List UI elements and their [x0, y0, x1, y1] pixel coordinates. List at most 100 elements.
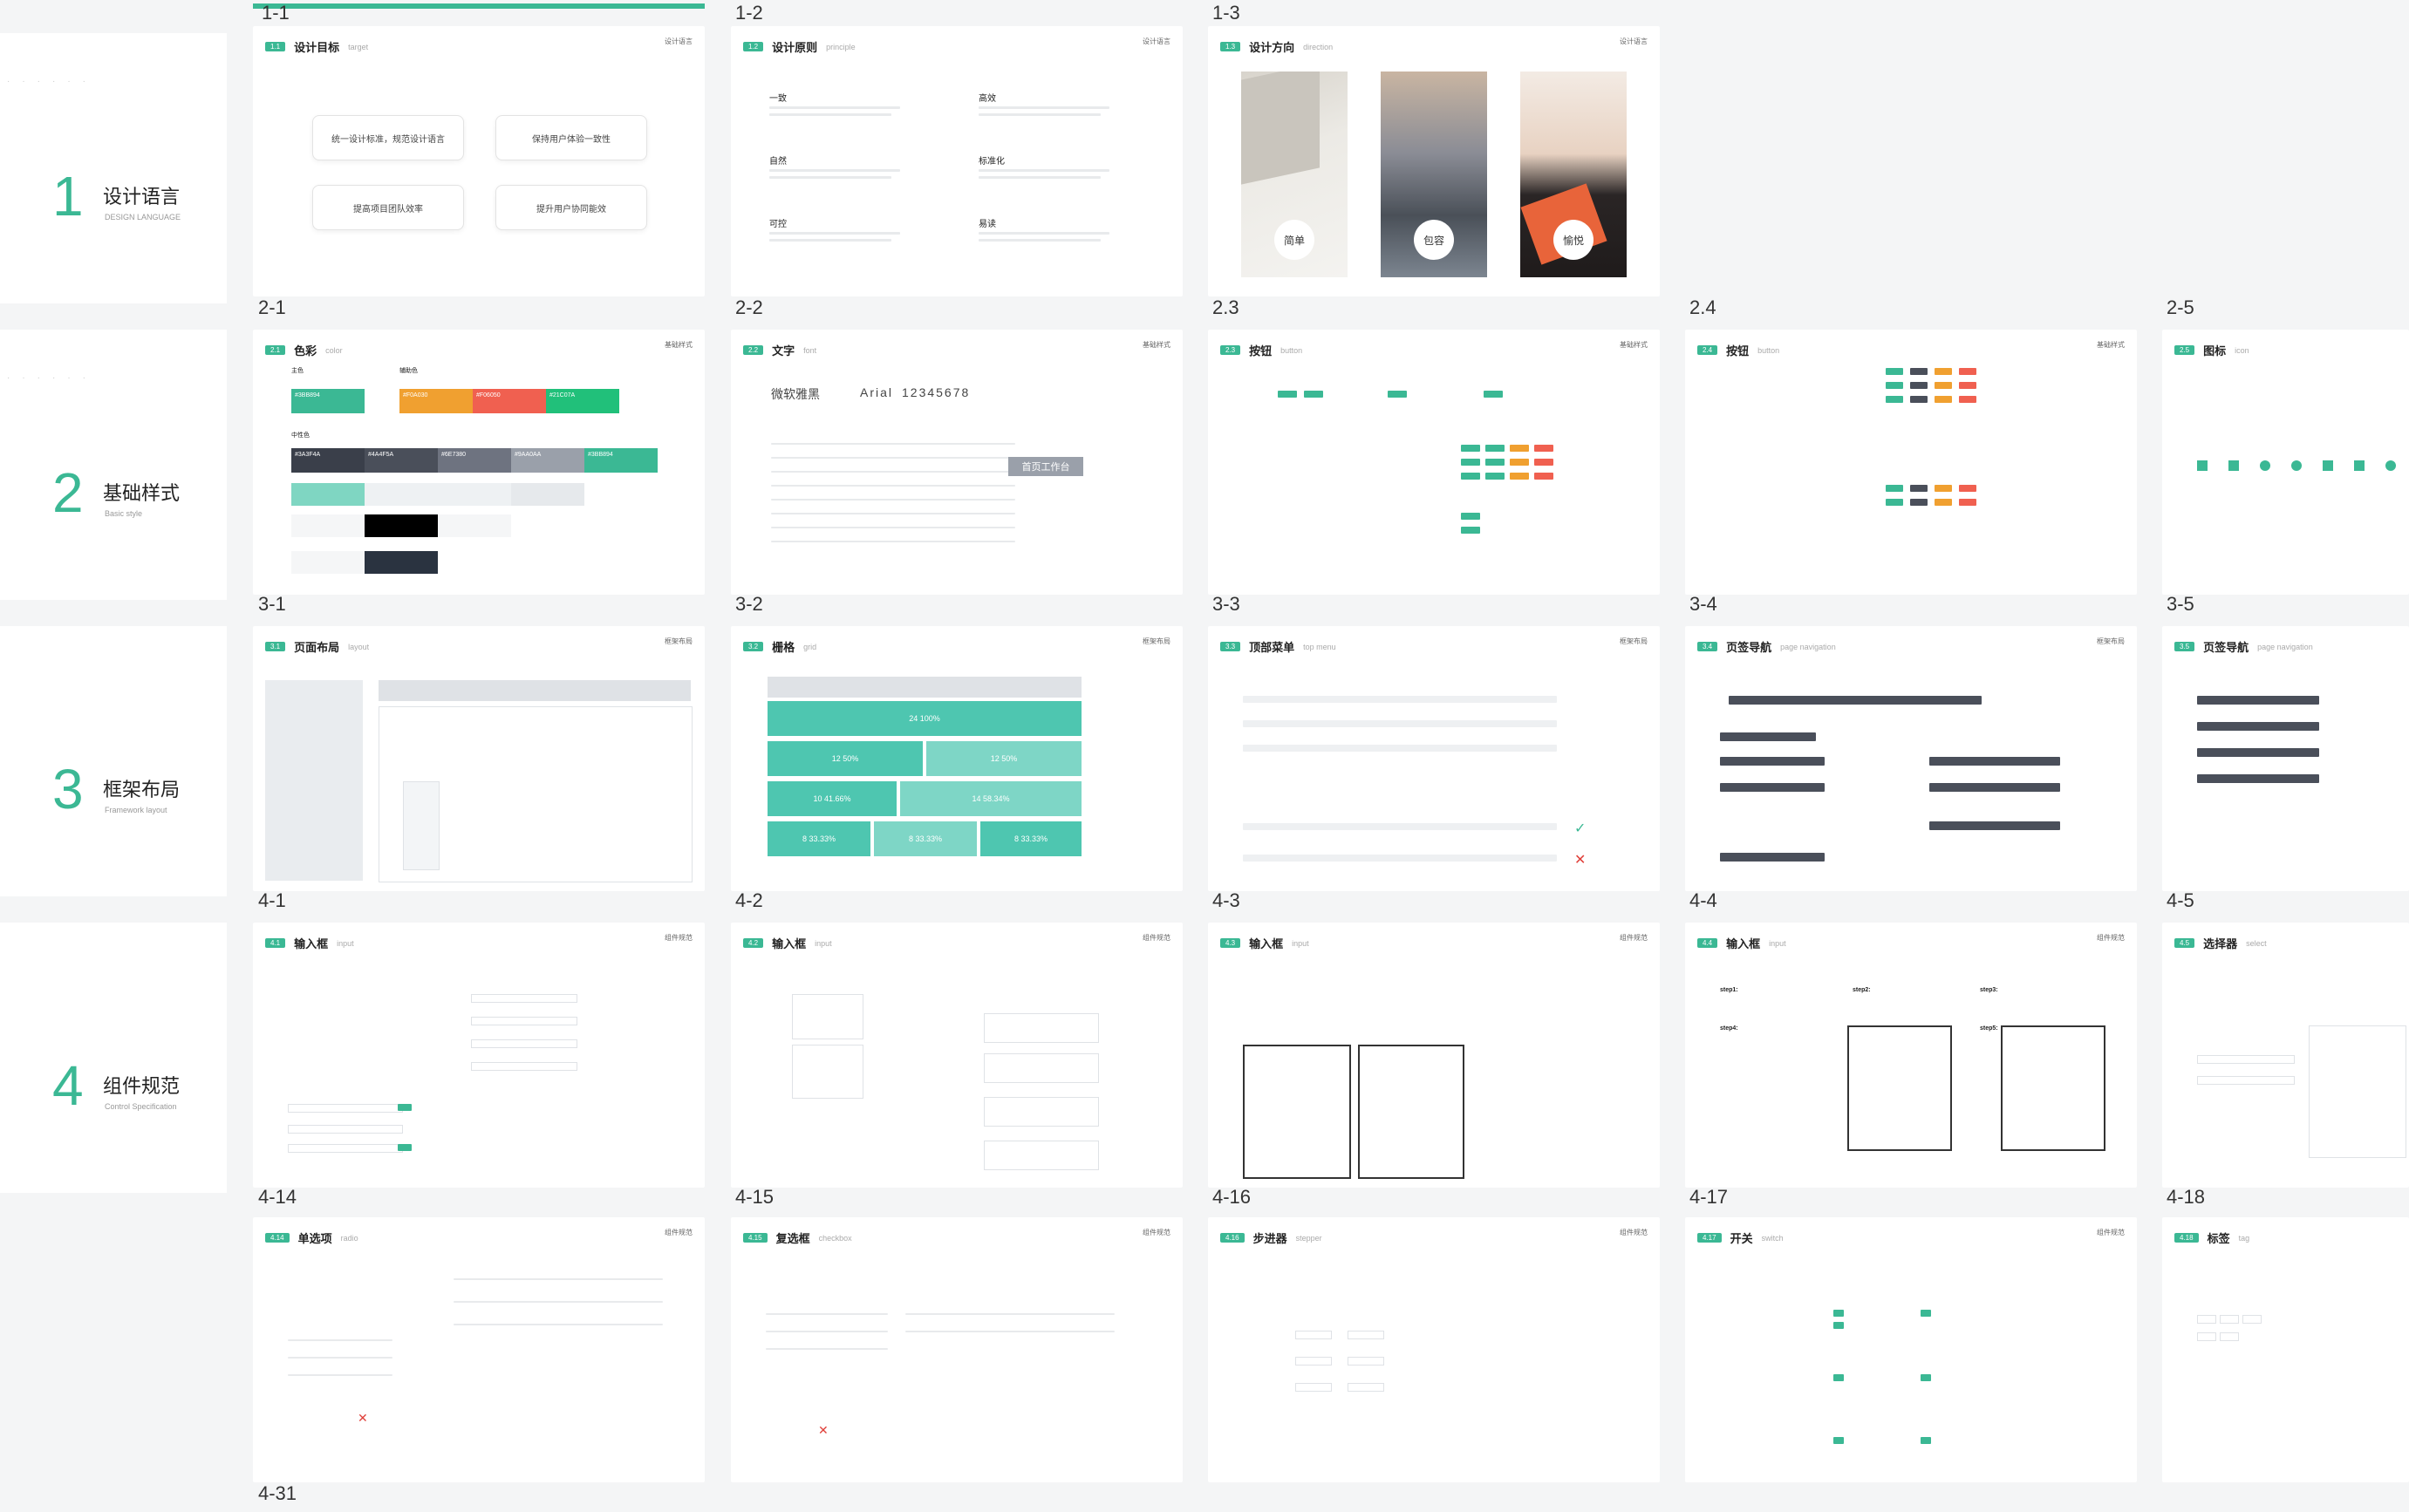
section-card-4[interactable]: 4 组件规范 Control Specification — [0, 923, 227, 1193]
section-card-2[interactable]: ······ 2 基础样式 Basic style — [0, 330, 227, 600]
dots-decoration: ······ — [7, 373, 98, 383]
design-canvas[interactable]: ······ 1 设计语言 DESIGN LANGUAGE ······ 2 基… — [0, 0, 2409, 1512]
button-sample — [1534, 445, 1553, 452]
table-line — [771, 457, 1015, 459]
board-3-4[interactable]: 3.4 页签导航 page navigation 框架布局 — [1685, 626, 2137, 891]
frame-label: 4-18 — [2167, 1186, 2206, 1208]
board-4-18[interactable]: 4.18 标签 tag — [2162, 1217, 2409, 1482]
board-subtitle: radio — [340, 1233, 358, 1243]
button-sample — [398, 1104, 412, 1111]
button-sample — [1304, 391, 1323, 398]
table-line — [771, 499, 1015, 501]
board-2-3[interactable]: 2.3 按钮 button 基础样式 — [1208, 330, 1660, 595]
board-4-3[interactable]: 4.3 输入框 input 组件规范 — [1208, 923, 1660, 1188]
dialog-sample — [1358, 1045, 1464, 1179]
board-title: 按钮 — [1726, 344, 1750, 358]
icon-sample — [2228, 460, 2239, 471]
color-swatch — [291, 514, 365, 537]
section-card-3[interactable]: 3 框架布局 Framework layout — [0, 626, 227, 896]
board-2-4[interactable]: 2.4 按钮 button 基础样式 — [1685, 330, 2137, 595]
board-1-1[interactable]: 1.1 设计目标 target 设计语言 统一设计标准，规范设计语言 保持用户体验一… — [253, 26, 705, 296]
text-line — [979, 169, 1109, 172]
board-tag: 组件规范 — [1143, 1229, 1170, 1236]
section-card-1[interactable]: ······ 1 设计语言 DESIGN LANGUAGE — [0, 33, 227, 303]
menu-bar — [1243, 696, 1557, 703]
board-3-1[interactable]: 3.1 页面布局 layout 框架布局 — [253, 626, 705, 891]
board-2-2[interactable]: 2.2 文字 font 基础样式 微软雅黑 Arial 12345678 首页工作台 — [731, 330, 1183, 595]
board-4-14[interactable]: 4.14 单选项 radio 组件规范 ✕ — [253, 1217, 705, 1482]
board-4-5[interactable]: 4.5 选择器 select — [2162, 923, 2409, 1188]
board-number: 4.17 — [1697, 1233, 1722, 1243]
table-line — [771, 513, 1015, 514]
text-line — [979, 232, 1109, 235]
goal-card: 保持用户体验一致性 — [495, 115, 647, 160]
section-number: 1 — [52, 165, 84, 228]
dialog-sample — [2001, 1025, 2105, 1151]
direction-word: 包容 — [1414, 220, 1454, 260]
board-4-16[interactable]: 4.16 步进器 stepper 组件规范 — [1208, 1217, 1660, 1482]
frame-label: 3-3 — [1212, 593, 1240, 615]
board-3-5[interactable]: 3.5 页签导航 page navigation — [2162, 626, 2409, 891]
button-sample — [1534, 473, 1553, 480]
frame-label: 4-31 — [258, 1482, 297, 1504]
board-number: 4.15 — [743, 1233, 768, 1243]
principle-heading: 标准化 — [979, 157, 1005, 167]
board-number: 3.2 — [743, 642, 764, 651]
board-2-5[interactable]: 2.5 图标 icon — [2162, 330, 2409, 595]
photo-woman: 愉悦 — [1520, 72, 1627, 277]
button-sample — [398, 1144, 412, 1151]
input-sample — [792, 994, 863, 1039]
board-title: 输入框 — [772, 937, 807, 950]
board-title: 复选框 — [775, 1232, 810, 1245]
section-title: 基础样式 — [103, 482, 181, 504]
board-4-15[interactable]: 4.15 复选框 checkbox 组件规范 ✕ — [731, 1217, 1183, 1482]
grid-cell: 8 33.33% — [768, 821, 870, 856]
board-subtitle: target — [348, 42, 369, 51]
board-number: 1.1 — [265, 42, 286, 51]
button-sample — [1461, 459, 1480, 466]
board-4-17[interactable]: 4.17 开关 switch 组件规范 — [1685, 1217, 2137, 1482]
button-sample — [1959, 368, 1976, 375]
board-subtitle: grid — [803, 642, 817, 651]
board-number: 3.3 — [1220, 642, 1241, 651]
board-number: 4.4 — [1697, 938, 1718, 948]
button-sample — [1910, 485, 1928, 492]
grid-cell: 8 33.33% — [874, 821, 977, 856]
board-3-2[interactable]: 3.2 栅格 grid 框架布局 24 100% 12 50% 12 50% 10 … — [731, 626, 1183, 891]
frame-label: 3-1 — [258, 593, 286, 615]
group-label: 主色 — [291, 368, 304, 374]
board-1-2[interactable]: 1.2 设计原则 principle 设计语言 一致 高效 自然 标准化 可控 易读 — [731, 26, 1183, 296]
button-sample — [1935, 368, 1952, 375]
step-label: step2: — [1853, 987, 1871, 993]
button-sample — [1959, 499, 1976, 506]
button-sample — [1886, 368, 1903, 375]
button-sample — [1935, 485, 1952, 492]
color-swatch: #9AA0AA — [511, 448, 584, 473]
switch-sample — [1833, 1322, 1844, 1329]
color-swatch — [291, 551, 365, 574]
board-tag: 组件规范 — [665, 934, 693, 942]
frame-label: 4-1 — [258, 889, 286, 911]
frame-label: 2.4 — [1689, 296, 1716, 318]
principle-heading: 高效 — [979, 94, 996, 104]
board-4-2[interactable]: 4.2 输入框 input 组件规范 — [731, 923, 1183, 1188]
button-sample — [1935, 396, 1952, 403]
frame-label: 4-16 — [1212, 1186, 1252, 1208]
frame-label: 2.3 — [1212, 296, 1239, 318]
board-1-3[interactable]: 1.3 设计方向 direction 设计语言 简单 包容 愉悦 — [1208, 26, 1660, 296]
tab-bar — [1929, 821, 2060, 830]
board-subtitle: icon — [2235, 345, 2249, 355]
board-4-1[interactable]: 4.1 输入框 input 组件规范 — [253, 923, 705, 1188]
board-3-3[interactable]: 3.3 顶部菜单 top menu 框架布局 ✓ ✕ — [1208, 626, 1660, 891]
tab-bar — [2197, 696, 2319, 705]
goal-card: 统一设计标准，规范设计语言 — [312, 115, 464, 160]
button-sample — [1461, 473, 1480, 480]
board-4-4[interactable]: 4.4 输入框 input 组件规范 step1: step2: step3: st… — [1685, 923, 2137, 1188]
cross-icon: ✕ — [1574, 853, 1587, 868]
switch-sample — [1921, 1374, 1931, 1381]
board-tag: 组件规范 — [1143, 934, 1170, 942]
board-subtitle: input — [1769, 938, 1786, 948]
board-2-1[interactable]: 2.1 色彩 color 基础样式 主色 辅助色 #3BB894 #F0A030 #… — [253, 330, 705, 595]
board-subtitle: page navigation — [1780, 642, 1836, 651]
text-line — [769, 176, 891, 179]
